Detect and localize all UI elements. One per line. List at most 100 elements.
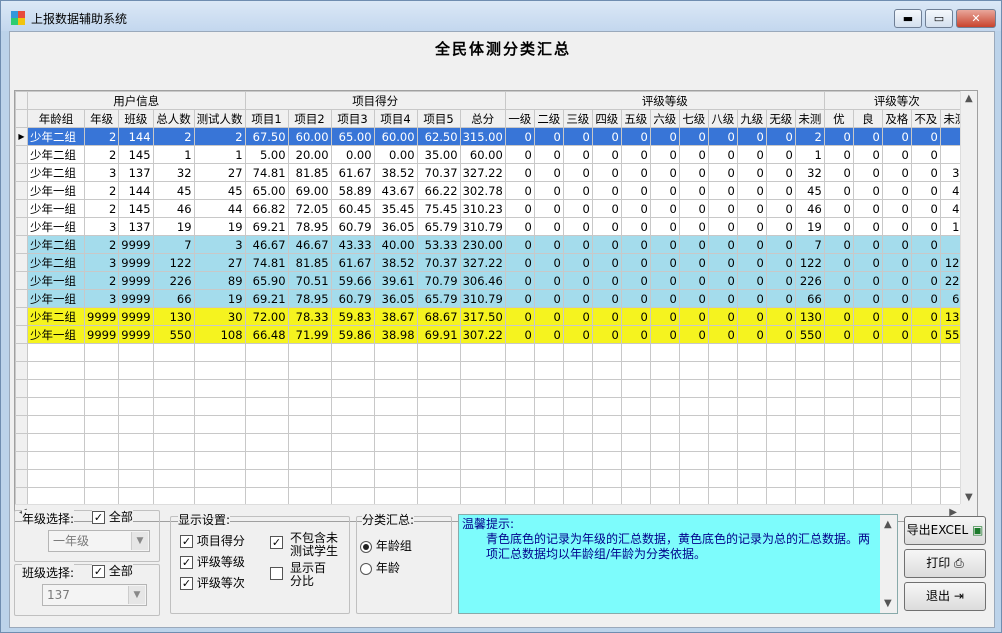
table-cell[interactable]: 69.91 xyxy=(416,325,461,344)
table-cell[interactable]: 9999 xyxy=(83,307,120,326)
column-header[interactable]: 年级 xyxy=(83,109,120,128)
column-header[interactable]: 项目2 xyxy=(287,109,332,128)
column-header[interactable]: 优 xyxy=(823,109,854,128)
row-indicator[interactable] xyxy=(15,235,28,254)
table-cell[interactable]: 0 xyxy=(765,127,796,146)
table-cell[interactable]: 0 xyxy=(852,307,883,326)
table-cell[interactable]: 0 xyxy=(620,253,651,272)
table-cell[interactable]: 0 xyxy=(823,217,854,236)
row-indicator[interactable] xyxy=(15,289,28,308)
table-cell[interactable]: 0 xyxy=(765,271,796,290)
table-cell[interactable]: 1 xyxy=(193,145,246,164)
vertical-scrollbar[interactable]: ▲ ▼ xyxy=(960,91,977,505)
table-cell[interactable]: 307.22 xyxy=(459,325,506,344)
table-cell[interactable]: 46 xyxy=(794,199,825,218)
table-cell[interactable]: 0 xyxy=(765,181,796,200)
table-cell[interactable]: 0 xyxy=(649,181,680,200)
table-cell[interactable]: 145 xyxy=(118,145,154,164)
table-row[interactable]: 少年二组 2 9999 7 3 46.67 46.67 43.33 40.00 53.33 230.… xyxy=(15,235,970,254)
table-cell[interactable]: 70.37 xyxy=(416,253,461,272)
table-cell[interactable]: 0 xyxy=(852,253,883,272)
table-cell[interactable]: 0 xyxy=(910,289,941,308)
table-cell[interactable]: 0 xyxy=(591,253,622,272)
table-cell[interactable]: 0 xyxy=(823,163,854,182)
table-cell[interactable]: 0 xyxy=(707,271,738,290)
chevron-down-icon[interactable]: ▼ xyxy=(128,586,145,604)
class-all-checkbox[interactable]: ✓ 全部 xyxy=(92,562,133,579)
table-cell[interactable]: 0 xyxy=(736,253,767,272)
table-cell[interactable]: 0 xyxy=(620,217,651,236)
table-cell[interactable]: 0 xyxy=(504,325,535,344)
table-cell[interactable]: 少年一组 xyxy=(27,325,85,344)
table-cell[interactable]: 0 xyxy=(649,307,680,326)
table-cell[interactable]: 0 xyxy=(881,307,912,326)
table-cell[interactable]: 0 xyxy=(852,199,883,218)
column-header[interactable]: 九级 xyxy=(736,109,767,128)
table-cell[interactable]: 9999 xyxy=(118,235,154,254)
table-cell[interactable]: 226 xyxy=(794,271,825,290)
table-cell[interactable]: 0 xyxy=(591,289,622,308)
table-cell[interactable]: 0 xyxy=(707,217,738,236)
table-cell[interactable]: 0 xyxy=(765,289,796,308)
exit-button[interactable]: 退出 ⇥ xyxy=(904,582,986,611)
table-cell[interactable]: 0 xyxy=(562,217,593,236)
column-header[interactable]: 一级 xyxy=(504,109,535,128)
table-cell[interactable]: 0 xyxy=(533,325,564,344)
table-cell[interactable]: 0 xyxy=(504,163,535,182)
table-cell[interactable]: 0 xyxy=(649,325,680,344)
table-cell[interactable]: 38.67 xyxy=(373,307,418,326)
table-cell[interactable]: 60.00 xyxy=(459,145,506,164)
column-header[interactable]: 年龄组 xyxy=(27,109,85,128)
table-cell[interactable]: 0 xyxy=(852,145,883,164)
table-cell[interactable]: 0 xyxy=(736,307,767,326)
table-cell[interactable]: 9999 xyxy=(118,325,154,344)
table-cell[interactable]: 0 xyxy=(823,235,854,254)
table-cell[interactable]: 0 xyxy=(620,271,651,290)
table-cell[interactable]: 0 xyxy=(678,163,709,182)
table-cell[interactable]: 71.99 xyxy=(287,325,332,344)
table-cell[interactable]: 0 xyxy=(852,181,883,200)
table-cell[interactable]: 61.67 xyxy=(330,163,375,182)
table-cell[interactable]: 0 xyxy=(620,235,651,254)
table-cell[interactable]: 9999 xyxy=(118,289,154,308)
column-header[interactable]: 未测 xyxy=(794,109,825,128)
column-header[interactable]: 无级 xyxy=(765,109,796,128)
table-cell[interactable]: 70.79 xyxy=(416,271,461,290)
table-cell[interactable]: 65.79 xyxy=(416,289,461,308)
table-cell[interactable]: 0 xyxy=(881,199,912,218)
table-cell[interactable]: 0 xyxy=(881,235,912,254)
table-cell[interactable]: 0 xyxy=(620,199,651,218)
table-cell[interactable]: 0 xyxy=(562,289,593,308)
table-cell[interactable]: 2 xyxy=(193,127,246,146)
table-cell[interactable]: 27 xyxy=(193,253,246,272)
table-cell[interactable]: 78.95 xyxy=(287,289,332,308)
table-cell[interactable]: 40.00 xyxy=(373,235,418,254)
table-cell[interactable]: 0 xyxy=(765,199,796,218)
table-cell[interactable]: 65.00 xyxy=(330,127,375,146)
grade-all-checkbox[interactable]: ✓ 全部 xyxy=(92,508,133,525)
table-cell[interactable]: 0 xyxy=(707,181,738,200)
table-cell[interactable]: 65.90 xyxy=(244,271,289,290)
table-cell[interactable]: 70.37 xyxy=(416,163,461,182)
table-cell[interactable]: 0 xyxy=(649,217,680,236)
table-cell[interactable]: 0 xyxy=(736,199,767,218)
table-cell[interactable]: 0 xyxy=(533,163,564,182)
table-cell[interactable]: 0 xyxy=(881,145,912,164)
table-cell[interactable]: 0 xyxy=(533,181,564,200)
table-cell[interactable]: 60.00 xyxy=(287,127,332,146)
table-cell[interactable]: 69.00 xyxy=(287,181,332,200)
table-cell[interactable]: 7 xyxy=(794,235,825,254)
title-bar[interactable]: 上报数据辅助系统 ▬ ▭ ✕ xyxy=(1,1,1001,31)
table-cell[interactable]: 0 xyxy=(620,145,651,164)
table-cell[interactable]: 0 xyxy=(910,235,941,254)
column-header[interactable]: 二级 xyxy=(533,109,564,128)
scroll-down-icon[interactable]: ▼ xyxy=(884,596,892,611)
table-cell[interactable]: 0 xyxy=(823,289,854,308)
row-indicator[interactable] xyxy=(15,325,28,344)
table-cell[interactable]: 0 xyxy=(620,289,651,308)
table-cell[interactable]: 69.21 xyxy=(244,217,289,236)
table-cell[interactable]: 0 xyxy=(591,235,622,254)
table-cell[interactable]: 2 xyxy=(83,145,120,164)
table-cell[interactable]: 0 xyxy=(736,127,767,146)
table-cell[interactable]: 0 xyxy=(823,253,854,272)
